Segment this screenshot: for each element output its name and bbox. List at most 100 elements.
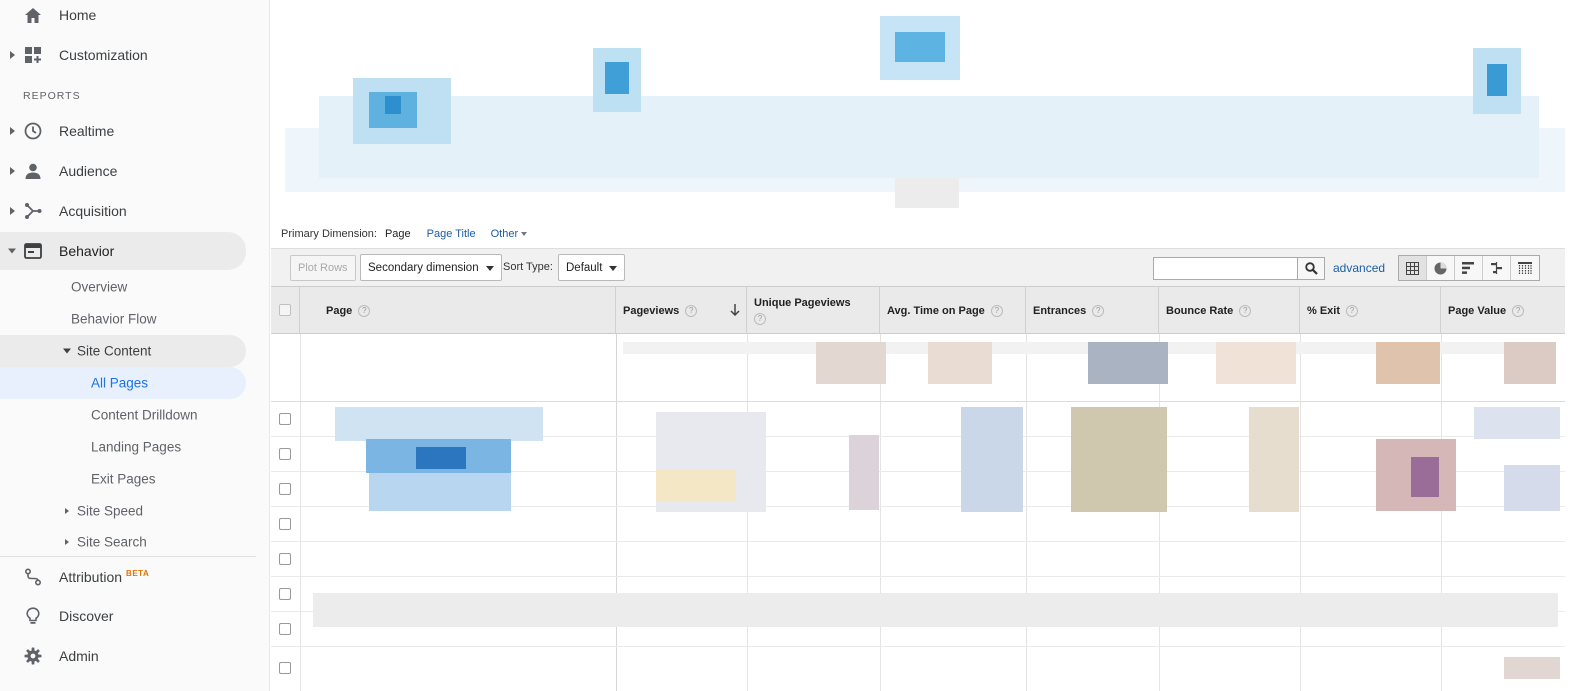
sidebar-item-site-search[interactable]: Site Search xyxy=(0,526,246,558)
attribution-icon xyxy=(24,568,42,586)
table-toolbar: Plot Rows Secondary dimension Sort Type:… xyxy=(271,248,1565,286)
help-icon[interactable]: ? xyxy=(1239,305,1252,318)
redacted-values xyxy=(1411,457,1439,497)
sidebar-item-admin[interactable]: Admin xyxy=(0,639,246,673)
help-icon[interactable]: ? xyxy=(754,313,766,326)
table-row[interactable] xyxy=(271,507,1565,542)
view-data-button[interactable] xyxy=(1399,256,1427,280)
sidebar-divider xyxy=(0,556,256,557)
help-icon[interactable]: ? xyxy=(685,305,698,318)
sidebar-item-customization[interactable]: Customization xyxy=(0,38,246,72)
view-comparison-button[interactable] xyxy=(1483,256,1511,280)
sidebar-item-label: Behavior xyxy=(59,243,115,259)
row-checkbox[interactable] xyxy=(279,588,291,600)
help-icon[interactable]: ? xyxy=(1512,305,1525,318)
sidebar-item-attribution[interactable]: Attribution BETA xyxy=(0,560,246,594)
row-checkbox[interactable] xyxy=(279,483,291,495)
sidebar-item-exit-pages[interactable]: Exit Pages xyxy=(0,463,246,495)
dimension-page-title-link[interactable]: Page Title xyxy=(427,228,476,240)
view-performance-button[interactable] xyxy=(1455,256,1483,280)
redacted-values xyxy=(335,407,543,441)
redacted-values xyxy=(1474,407,1560,439)
row-checkbox[interactable] xyxy=(279,413,291,425)
chart-blur xyxy=(895,178,959,208)
advanced-filter-link[interactable]: advanced xyxy=(1333,261,1385,275)
sidebar-item-landing-pages[interactable]: Landing Pages xyxy=(0,431,246,463)
chevron-down-icon xyxy=(63,348,71,354)
redacted-values xyxy=(1504,657,1560,679)
view-pivot-button[interactable] xyxy=(1511,256,1539,280)
chart-blur xyxy=(895,32,945,62)
sidebar-item-home[interactable]: Home xyxy=(0,0,246,32)
sidebar-item-label: Customization xyxy=(59,47,148,63)
primary-dimension-label: Primary Dimension: xyxy=(281,228,377,240)
sidebar-item-behavior[interactable]: Behavior xyxy=(0,232,246,270)
sidebar-item-overview[interactable]: Overview xyxy=(0,271,246,303)
dimension-other-dropdown[interactable]: Other xyxy=(491,228,528,240)
sidebar-item-site-content[interactable]: Site Content xyxy=(0,335,246,367)
behavior-icon xyxy=(24,242,42,260)
sidebar-item-label: Acquisition xyxy=(59,203,127,219)
sidebar-item-content-drilldown[interactable]: Content Drilldown xyxy=(0,399,246,431)
acquisition-icon xyxy=(24,202,42,220)
column-header-bounce-rate[interactable]: Bounce Rate? xyxy=(1159,287,1300,334)
sidebar-item-acquisition[interactable]: Acquisition xyxy=(0,194,246,228)
sidebar-nav: Home Customization REPORTS Realtime Audi… xyxy=(0,0,270,691)
sort-type-label: Sort Type: xyxy=(503,261,553,273)
chevron-right-icon xyxy=(10,207,15,215)
row-checkbox[interactable] xyxy=(279,448,291,460)
redacted-values xyxy=(849,435,879,510)
redacted-values xyxy=(1504,465,1560,511)
sidebar-item-label: Exit Pages xyxy=(91,471,156,487)
help-icon[interactable]: ? xyxy=(1346,305,1359,318)
column-header-unique-pageviews[interactable]: Unique Pageviews? xyxy=(747,287,880,334)
sort-descending-icon xyxy=(730,304,740,319)
sidebar-item-behavior-flow[interactable]: Behavior Flow xyxy=(0,303,246,335)
chevron-down-icon xyxy=(8,248,16,254)
help-icon[interactable]: ? xyxy=(1092,305,1105,318)
plot-rows-button[interactable]: Plot Rows xyxy=(290,255,356,281)
sidebar-item-label: All Pages xyxy=(91,375,149,391)
sort-type-select[interactable]: Default xyxy=(558,254,626,281)
sidebar-item-label: Attribution BETA xyxy=(59,569,149,585)
help-icon[interactable]: ? xyxy=(358,305,371,318)
table-search-input[interactable] xyxy=(1153,257,1298,280)
sidebar-item-label: Content Drilldown xyxy=(91,407,198,423)
column-label: Page Value xyxy=(1448,305,1507,317)
column-label: Bounce Rate xyxy=(1166,305,1234,317)
row-checkbox[interactable] xyxy=(279,553,291,565)
sidebar-item-discover[interactable]: Discover xyxy=(0,599,246,633)
secondary-dimension-select[interactable]: Secondary dimension xyxy=(360,254,502,281)
column-header-page-value[interactable]: Page Value? xyxy=(1441,287,1565,334)
clock-icon xyxy=(24,122,42,140)
view-percentage-button[interactable] xyxy=(1427,256,1455,280)
column-header-page[interactable]: Page? xyxy=(300,287,616,334)
column-header-exit[interactable]: % Exit? xyxy=(1300,287,1441,334)
redacted-values xyxy=(961,407,1023,512)
row-checkbox[interactable] xyxy=(279,662,291,674)
select-all-checkbox[interactable] xyxy=(279,304,291,316)
column-header-avg-time-on-page[interactable]: Avg. Time on Page? xyxy=(880,287,1026,334)
column-header-entrances[interactable]: Entrances? xyxy=(1026,287,1159,334)
sidebar-item-label: Behavior Flow xyxy=(71,311,157,327)
redacted-values xyxy=(1504,342,1556,384)
row-checkbox[interactable] xyxy=(279,518,291,530)
search-button[interactable] xyxy=(1297,257,1325,280)
row-checkbox[interactable] xyxy=(279,623,291,635)
sidebar-item-site-speed[interactable]: Site Speed xyxy=(0,495,246,527)
sidebar-item-all-pages[interactable]: All Pages xyxy=(0,367,246,399)
sidebar-item-audience[interactable]: Audience xyxy=(0,154,246,188)
column-header-pageviews[interactable]: Pageviews? xyxy=(616,287,747,334)
chart-blur xyxy=(1487,64,1507,96)
help-icon[interactable]: ? xyxy=(990,305,1003,318)
sidebar-item-realtime[interactable]: Realtime xyxy=(0,114,246,148)
redacted-values xyxy=(928,342,992,384)
table-row[interactable] xyxy=(271,651,1565,686)
report-main: Primary Dimension: Page Page Title Other… xyxy=(271,0,1575,691)
chevron-down-icon xyxy=(485,266,494,271)
bar-chart-icon xyxy=(1462,262,1474,274)
table-row[interactable] xyxy=(271,542,1565,577)
chevron-right-icon xyxy=(65,539,69,545)
redacted-values xyxy=(1216,342,1296,384)
sidebar-item-label: Site Search xyxy=(77,534,147,550)
